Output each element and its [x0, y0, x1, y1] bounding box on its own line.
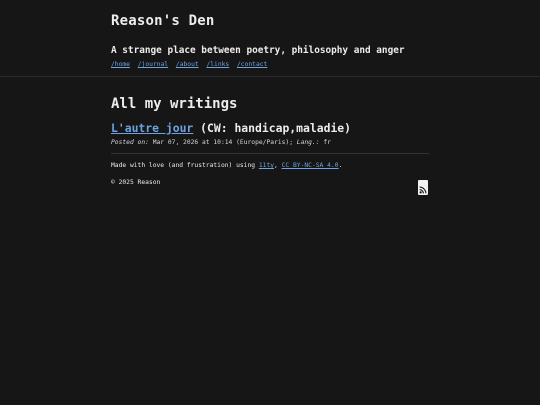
page-heading: All my writings — [111, 96, 238, 112]
lang-label: Lang.: — [296, 139, 320, 146]
site-subtitle: A strange place between poetry, philosop… — [111, 45, 405, 56]
post-content-warning: (CW: handicap,maladie) — [200, 121, 352, 135]
rss-glyph — [418, 185, 428, 195]
post-title-link[interactable]: L'autre jour — [111, 121, 193, 135]
nav-link-home[interactable]: /home — [111, 61, 130, 68]
post-date: Mar 07, 2026 at 10:14 (Europe/Paris); — [152, 139, 293, 146]
footer-comma: , — [274, 162, 278, 169]
made-with-text: Made with love (and frustration) using — [111, 162, 256, 169]
nav-link-contact[interactable]: /contact — [237, 61, 267, 68]
nav-link-links[interactable]: /links — [206, 61, 229, 68]
posted-on-label: Posted on: — [111, 139, 149, 146]
rss-icon[interactable] — [418, 180, 428, 195]
main-content: All my writings L'autre jour (CW: handic… — [111, 95, 429, 187]
tool-link[interactable]: 11ty — [259, 162, 274, 169]
site-title[interactable]: Reason's Den — [111, 12, 429, 30]
footer-period: . — [338, 162, 343, 169]
copyright: © 2025 Reason — [111, 179, 161, 186]
post-meta: Posted on: Mar 07, 2026 at 10:14 (Europe… — [111, 138, 429, 147]
post-item: L'autre jour (CW: handicap,maladie) — [111, 121, 429, 135]
footer-made-with: Made with love (and frustration) using 1… — [111, 161, 429, 170]
post-lang: fr — [323, 139, 331, 146]
license-link[interactable]: CC BY-NC-SA 4.0 — [282, 162, 339, 169]
header-divider — [0, 76, 540, 77]
nav-link-about[interactable]: /about — [176, 61, 199, 68]
site-header: Reason's Den A strange place between poe… — [111, 12, 429, 69]
nav-link-journal[interactable]: /journal — [138, 61, 168, 68]
footer-divider — [111, 153, 429, 154]
site-nav: /home /journal /about /links /contact — [111, 60, 429, 69]
